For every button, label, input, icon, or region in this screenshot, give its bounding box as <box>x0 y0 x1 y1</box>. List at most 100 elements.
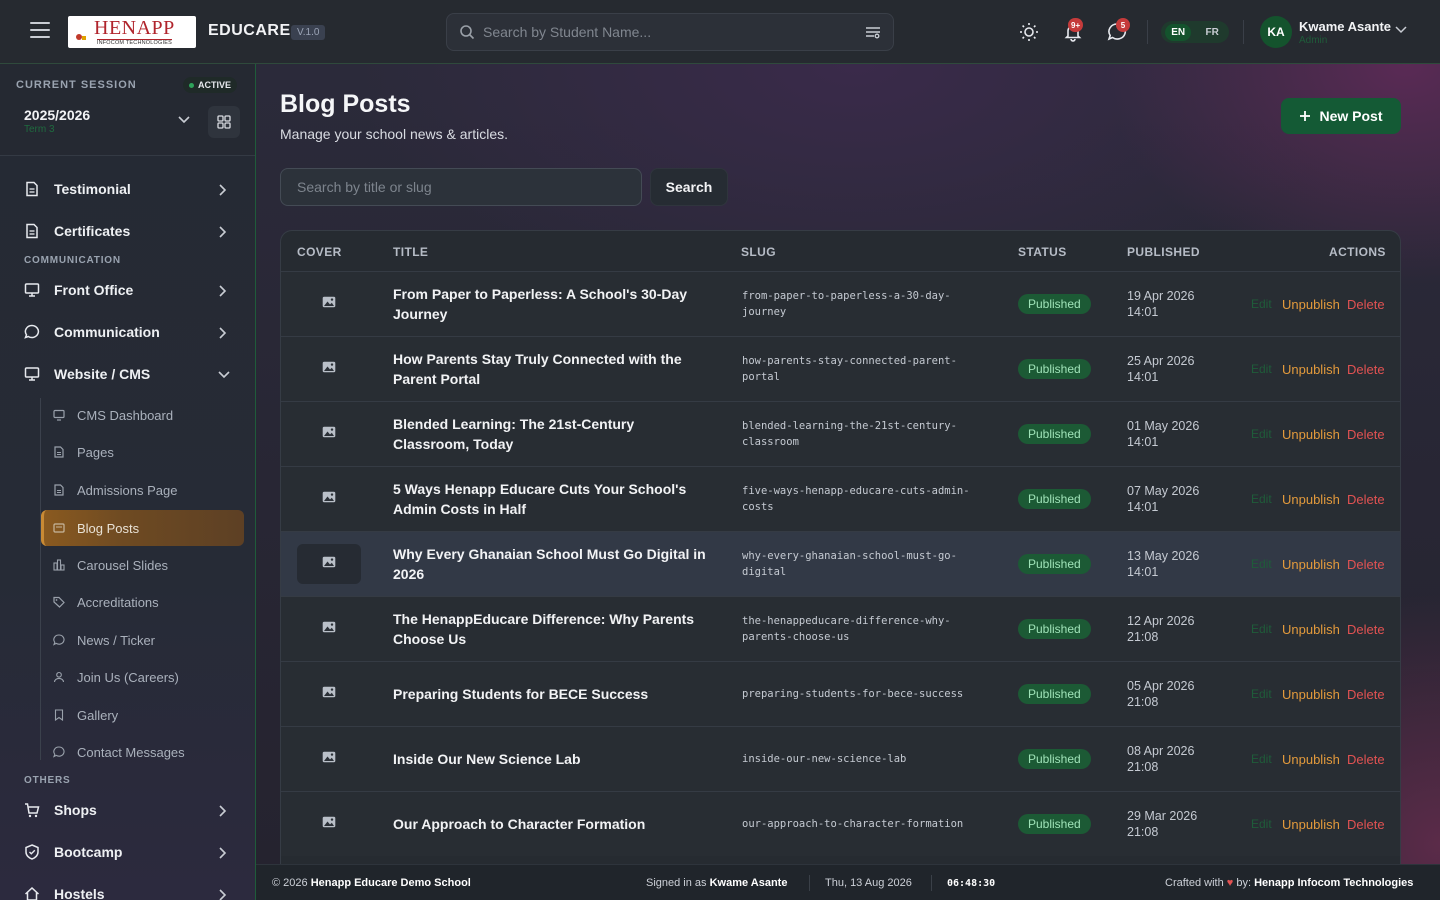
cover-thumbnail[interactable] <box>297 544 361 584</box>
sidebar-item-website-cms[interactable]: Website / CMS <box>0 356 255 392</box>
unpublish-link[interactable]: Unpublish <box>1282 362 1340 377</box>
document-icon <box>26 223 38 239</box>
post-title[interactable]: Preparing Students for BECE Success <box>393 684 713 704</box>
table-row[interactable]: Inside Our New Science Lab inside-our-new… <box>281 726 1400 791</box>
apps-grid-button[interactable] <box>208 106 240 138</box>
footer-credit: Crafted with ♥ by: Henapp Infocom Techno… <box>1165 877 1414 889</box>
delete-link[interactable]: Delete <box>1347 557 1385 572</box>
cover-thumbnail[interactable] <box>297 739 361 779</box>
cover-thumbnail[interactable] <box>297 284 361 324</box>
post-search-input[interactable] <box>280 168 642 206</box>
delete-link[interactable]: Delete <box>1347 752 1385 767</box>
posts-table: COVER TITLE SLUG STATUS PUBLISHED ACTION… <box>280 230 1401 864</box>
edit-link[interactable]: Edit <box>1251 297 1272 311</box>
table-row[interactable]: The HenappEducare Difference: Why Parent… <box>281 596 1400 661</box>
cover-thumbnail[interactable] <box>297 479 361 519</box>
sidebar-item-blog-posts[interactable]: Blog Posts <box>41 510 244 546</box>
sidebar-item-admissions-page[interactable]: Admissions Page <box>41 472 244 508</box>
edit-link[interactable]: Edit <box>1251 557 1272 571</box>
sidebar-item-communication[interactable]: Communication <box>0 314 255 350</box>
published-date: 13 May 2026 14:01 <box>1127 549 1200 579</box>
post-title[interactable]: 5 Ways Henapp Educare Cuts Your School's… <box>393 479 713 519</box>
table-row[interactable]: Preparing Students for BECE Success prepa… <box>281 661 1400 726</box>
edit-link[interactable]: Edit <box>1251 752 1272 766</box>
chat-icon <box>24 324 40 339</box>
lang-fr-button[interactable]: FR <box>1199 24 1224 41</box>
sidebar-item-contact-messages[interactable]: Contact Messages <box>41 734 244 770</box>
unpublish-link[interactable]: Unpublish <box>1282 297 1340 312</box>
sidebar-item-bootcamp[interactable]: Bootcamp <box>0 834 255 870</box>
table-row[interactable]: Our Approach to Character Formation our-a… <box>281 791 1400 856</box>
post-title[interactable]: From Paper to Paperless: A School's 30-D… <box>393 284 713 324</box>
sidebar-item-pages[interactable]: Pages <box>41 434 244 470</box>
sidebar-item-news-ticker[interactable]: News / Ticker <box>41 622 244 658</box>
file-icon <box>54 446 64 458</box>
unpublish-link[interactable]: Unpublish <box>1282 752 1340 767</box>
unpublish-link[interactable]: Unpublish <box>1282 687 1340 702</box>
edit-link[interactable]: Edit <box>1251 427 1272 441</box>
edit-link[interactable]: Edit <box>1251 492 1272 506</box>
sidebar-item-join-us-careers[interactable]: Join Us (Careers) <box>41 659 244 695</box>
edit-link[interactable]: Edit <box>1251 687 1272 701</box>
post-title[interactable]: How Parents Stay Truly Connected with th… <box>393 349 713 389</box>
published-date: 05 Apr 2026 21:08 <box>1127 679 1195 709</box>
delete-link[interactable]: Delete <box>1347 622 1385 637</box>
sidebar-item-testimonial[interactable]: Testimonial <box>0 171 255 207</box>
delete-link[interactable]: Delete <box>1347 817 1385 832</box>
bookmark-icon <box>54 709 64 721</box>
post-slug: preparing-students-for-bece-success <box>742 688 964 700</box>
chevron-down-icon[interactable] <box>1395 26 1407 34</box>
filter-icon[interactable] <box>865 25 881 39</box>
delete-link[interactable]: Delete <box>1347 362 1385 377</box>
unpublish-link[interactable]: Unpublish <box>1282 557 1340 572</box>
unpublish-link[interactable]: Unpublish <box>1282 427 1340 442</box>
cover-thumbnail[interactable] <box>297 349 361 389</box>
delete-link[interactable]: Delete <box>1347 492 1385 507</box>
sidebar-item-certificates[interactable]: Certificates <box>0 213 255 249</box>
cover-thumbnail[interactable] <box>297 414 361 454</box>
menu-toggle-icon[interactable] <box>30 22 50 40</box>
avatar[interactable]: KA <box>1260 16 1292 48</box>
delete-link[interactable]: Delete <box>1347 687 1385 702</box>
cover-thumbnail[interactable] <box>297 674 361 714</box>
table-row[interactable]: 5 Ways Henapp Educare Cuts Your School's… <box>281 466 1400 531</box>
image-icon <box>322 685 336 703</box>
edit-link[interactable]: Edit <box>1251 817 1272 831</box>
column-header-title: TITLE <box>393 245 429 259</box>
page-subtitle: Manage your school news & articles. <box>280 126 508 142</box>
table-row[interactable]: Blended Learning: The 21st-Century Class… <box>281 401 1400 466</box>
chevron-down-icon[interactable] <box>178 116 190 124</box>
sidebar-item-hostels[interactable]: Hostels <box>0 876 255 900</box>
sidebar-item-accreditations[interactable]: Accreditations <box>41 584 244 620</box>
sidebar-item-gallery[interactable]: Gallery <box>41 697 244 733</box>
cover-thumbnail[interactable] <box>297 804 361 844</box>
student-search-input[interactable] <box>483 24 843 40</box>
unpublish-link[interactable]: Unpublish <box>1282 622 1340 637</box>
table-row[interactable]: Why Every Ghanaian School Must Go Digita… <box>281 531 1400 596</box>
search-button[interactable]: Search <box>650 168 728 206</box>
edit-link[interactable]: Edit <box>1251 622 1272 636</box>
delete-link[interactable]: Delete <box>1347 297 1385 312</box>
published-date: 29 Mar 2026 21:08 <box>1127 809 1198 839</box>
user-name[interactable]: Kwame Asante <box>1299 19 1391 34</box>
sidebar-item-front-office[interactable]: Front Office <box>0 272 255 308</box>
post-title[interactable]: Why Every Ghanaian School Must Go Digita… <box>393 544 713 584</box>
sun-icon[interactable] <box>1019 22 1039 42</box>
post-title[interactable]: Blended Learning: The 21st-Century Class… <box>393 414 713 454</box>
new-post-button[interactable]: New Post <box>1281 98 1401 134</box>
delete-link[interactable]: Delete <box>1347 427 1385 442</box>
edit-link[interactable]: Edit <box>1251 362 1272 376</box>
unpublish-link[interactable]: Unpublish <box>1282 492 1340 507</box>
sidebar-item-cms-dashboard[interactable]: CMS Dashboard <box>41 397 244 433</box>
post-title[interactable]: The HenappEducare Difference: Why Parent… <box>393 609 713 649</box>
table-row[interactable]: How Parents Stay Truly Connected with th… <box>281 336 1400 401</box>
unpublish-link[interactable]: Unpublish <box>1282 817 1340 832</box>
sidebar-item-shops[interactable]: Shops <box>0 792 255 828</box>
post-title[interactable]: Inside Our New Science Lab <box>393 749 713 769</box>
footer-date: Thu, 13 Aug 2026 <box>825 877 912 889</box>
table-row[interactable]: From Paper to Paperless: A School's 30-D… <box>281 271 1400 336</box>
cover-thumbnail[interactable] <box>297 609 361 649</box>
lang-en-button[interactable]: EN <box>1165 23 1192 41</box>
sidebar-item-carousel-slides[interactable]: Carousel Slides <box>41 547 244 583</box>
post-title[interactable]: Our Approach to Character Formation <box>393 814 713 834</box>
